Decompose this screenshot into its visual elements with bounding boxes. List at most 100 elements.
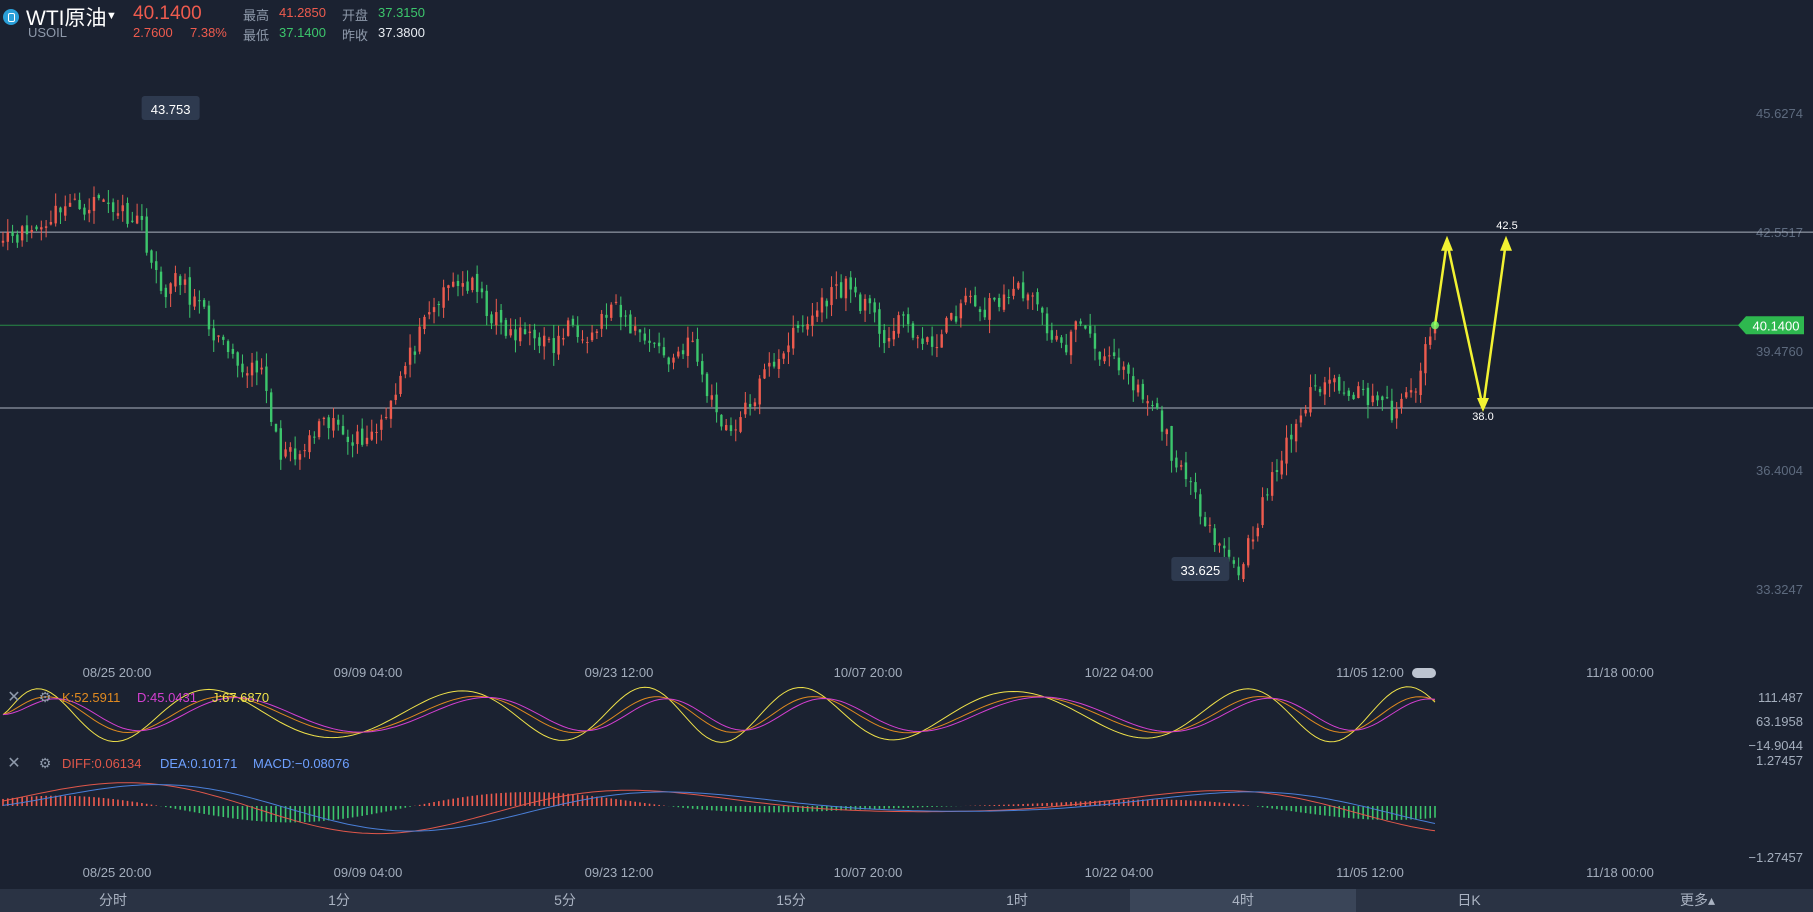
candle-body (73, 198, 77, 200)
candle-body (250, 362, 254, 376)
time-axis-label-bottom: 10/22 04:00 (1085, 865, 1154, 880)
candle-body (480, 288, 484, 293)
candle-body (293, 448, 297, 460)
candle-body (528, 331, 532, 334)
last-price-tag: 40.1400 (1753, 318, 1800, 333)
candle-body (1165, 429, 1168, 435)
tab-more[interactable]: 更多▴ (1582, 889, 1813, 912)
candle-body (614, 301, 618, 303)
candle-body (734, 429, 737, 431)
candle-body (619, 304, 623, 318)
prev-close-value: 37.3800 (378, 25, 425, 40)
candle-body (849, 277, 852, 290)
time-axis-label: 10/22 04:00 (1085, 665, 1154, 680)
tab-1m[interactable]: 1分 (226, 889, 452, 912)
candle-body (1122, 366, 1125, 370)
candle-body (107, 202, 110, 204)
candle-body (997, 297, 1001, 307)
candle-body (547, 338, 551, 340)
candle-body (983, 309, 987, 318)
candle-body (11, 231, 14, 237)
candle-body (1041, 307, 1044, 313)
quote-header: WTI原油 ▼ USOIL 40.1400 2.7600 7.38% 最高 41… (0, 0, 600, 46)
candle-body (1280, 460, 1283, 475)
candle-body (322, 417, 326, 420)
candle-body (49, 222, 53, 225)
candle-body (351, 442, 354, 446)
tab-1h[interactable]: 1时 (904, 889, 1130, 912)
target-label-high: 42.5 (1496, 220, 1517, 232)
candle-body (964, 295, 967, 303)
scroll-handle-icon (1412, 668, 1436, 678)
candle-body (1079, 321, 1082, 324)
candle-body (1132, 376, 1135, 391)
candle-body (1170, 425, 1173, 461)
candle-body (207, 305, 211, 330)
candle-body (1156, 403, 1159, 409)
candle-body (1381, 396, 1384, 401)
candle-body (710, 395, 714, 400)
candle-body (1055, 335, 1058, 340)
candle-body (605, 314, 608, 318)
kdj-axis-label: 63.1958 (1756, 714, 1803, 729)
candle-body (1342, 392, 1346, 394)
candle-body (1112, 352, 1116, 357)
candle-body (744, 402, 747, 415)
candle-body (562, 338, 565, 340)
time-axis-label-bottom: 08/25 20:00 (83, 865, 152, 880)
candle-body (30, 230, 33, 233)
candle-body (485, 290, 488, 317)
candle-body (260, 367, 263, 370)
candle-body (102, 199, 105, 202)
candle-body (969, 295, 972, 298)
candle-body (174, 273, 177, 287)
candle-body (332, 418, 335, 431)
candle-body (1323, 382, 1327, 395)
candle-body (475, 273, 479, 292)
chart-app: 45.6274 42.5517 39.4760 36.4004 33.3247 43.75… (0, 0, 1813, 912)
candle-body (863, 298, 867, 311)
candle-body (384, 416, 388, 418)
candle-body (586, 341, 589, 343)
low-value: 37.1400 (279, 25, 326, 40)
candle-body (1390, 400, 1394, 421)
candle-body (428, 312, 431, 315)
candle-body (892, 330, 896, 340)
candle-body (844, 278, 848, 299)
candle-body (1266, 494, 1269, 496)
candle-body (796, 324, 800, 328)
candle-body (1050, 330, 1054, 340)
candle-body (1299, 415, 1303, 423)
tab-daily[interactable]: 日K (1356, 889, 1582, 912)
candle-body (1117, 357, 1121, 371)
candle-body (638, 329, 642, 333)
price-chart[interactable]: 45.627442.551739.476036.400433.324743.75… (0, 0, 1813, 912)
symbol-dropdown-icon[interactable]: ▼ (106, 10, 117, 22)
candle-body (183, 279, 187, 285)
kdj-axis-label: 111.487 (1758, 690, 1803, 705)
high-label: 最高 (243, 8, 270, 23)
candle-body (413, 351, 417, 355)
candle-body (811, 315, 814, 326)
tab-15m[interactable]: 15分 (678, 889, 904, 912)
candle-body (753, 402, 757, 407)
tab-fenshi[interactable]: 分时 (0, 889, 226, 912)
projection-arrow-head (1441, 235, 1453, 251)
candle-body (681, 350, 685, 355)
live-dot-icon (1431, 321, 1439, 330)
candle-body (40, 227, 43, 230)
tab-5m[interactable]: 5分 (452, 889, 678, 912)
candle-body (724, 425, 728, 431)
candle-body (389, 400, 393, 419)
candle-body (1247, 538, 1250, 566)
price-change: 2.7600 (133, 25, 173, 40)
candle-body (959, 303, 963, 319)
tab-4h[interactable]: 4时 (1130, 889, 1356, 912)
candle-body (624, 315, 627, 317)
candle-body (375, 431, 378, 433)
candle-body (629, 314, 632, 334)
candle-body (509, 329, 512, 336)
candle-body (1036, 292, 1039, 305)
candle-body (921, 338, 924, 344)
candle-body (1304, 409, 1307, 414)
